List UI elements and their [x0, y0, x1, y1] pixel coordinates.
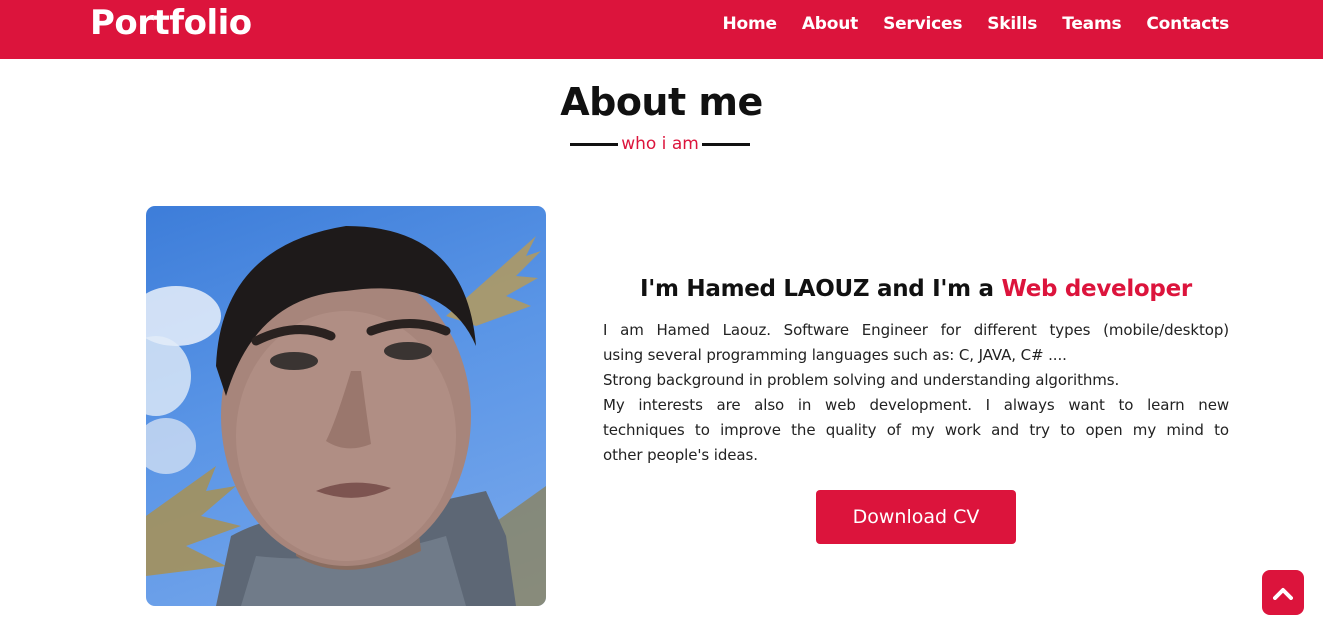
paragraph-line: I am Hamed Laouz. Software Engineer for …	[603, 321, 1229, 339]
chevron-up-icon	[1273, 587, 1293, 600]
section-subtitle-row: who i am	[570, 134, 750, 156]
about-heading-role: Web developer	[1001, 276, 1192, 302]
about-heading-prefix: I'm Hamed LAOUZ and I'm a	[640, 276, 1002, 302]
paragraph-line: other people's ideas.	[603, 446, 758, 464]
nav-services-link[interactable]: Services	[883, 14, 962, 34]
nav-skills-link[interactable]: Skills	[987, 14, 1037, 34]
nav-teams-link[interactable]: Teams	[1062, 14, 1121, 34]
paragraph-line: Strong background in problem solving and…	[603, 371, 1120, 389]
profile-photo	[146, 206, 546, 606]
nav-menu: Home About Services Skills Teams Contact…	[722, 14, 1229, 34]
section-title: About me	[560, 80, 763, 124]
about-paragraph: I am Hamed Laouz. Software Engineer for …	[603, 318, 1229, 468]
nav-home-link[interactable]: Home	[722, 14, 777, 34]
paragraph-line: My interests are also in web development…	[603, 396, 1229, 414]
paragraph-line: using several programming languages such…	[603, 346, 1067, 364]
site-logo[interactable]: Portfolio	[90, 3, 252, 43]
paragraph-line: techniques to improve the quality of my …	[603, 421, 1229, 439]
scroll-to-top-button[interactable]	[1262, 570, 1304, 615]
profile-photo-illustration	[146, 226, 546, 606]
divider-line-right	[702, 143, 750, 146]
about-heading: I'm Hamed LAOUZ and I'm a Web developer	[603, 276, 1229, 302]
nav-contacts-link[interactable]: Contacts	[1146, 14, 1229, 34]
download-cv-button[interactable]: Download CV	[816, 490, 1016, 544]
about-content: I'm Hamed LAOUZ and I'm a Web developer …	[603, 276, 1229, 544]
nav-about-link[interactable]: About	[802, 14, 858, 34]
navbar: Portfolio Home About Services Skills Tea…	[0, 0, 1323, 59]
